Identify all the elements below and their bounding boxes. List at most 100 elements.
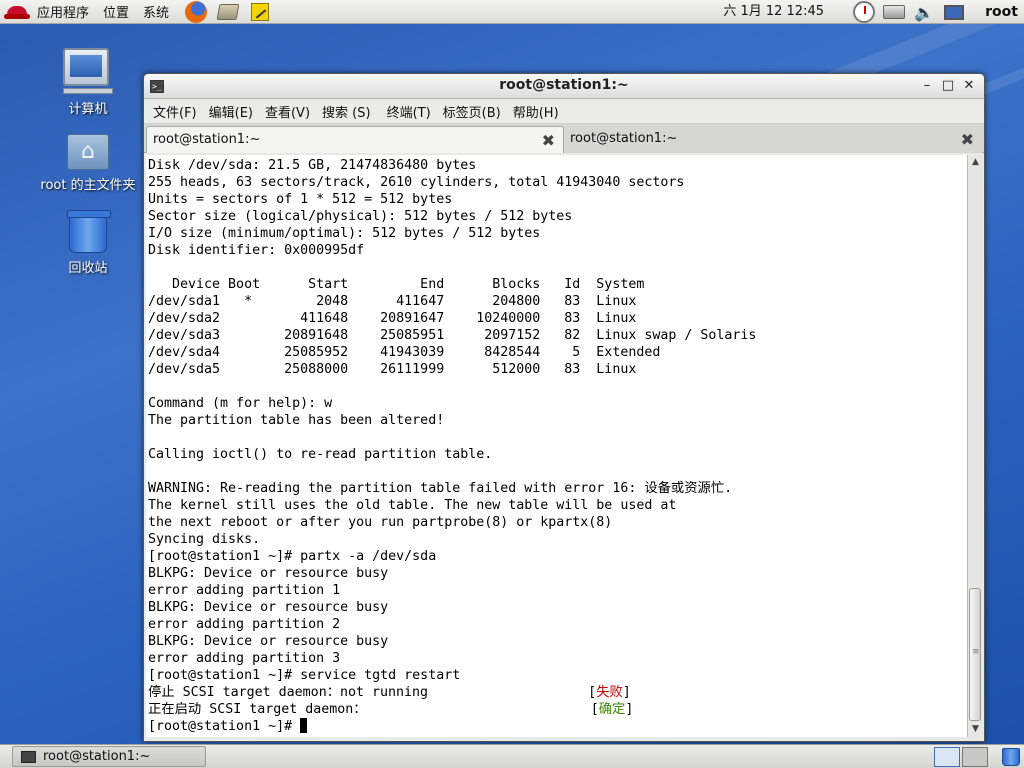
- window-titlebar[interactable]: >_ root@station1:~ – □ ✕: [144, 74, 984, 99]
- system-tray: 🔈: [852, 1, 966, 23]
- terminal-line: Device Boot Start End Blocks Id System: [148, 277, 645, 292]
- terminal-line: Sector size (logical/physical): 512 byte…: [148, 209, 573, 224]
- terminal-line: /dev/sda2 411648 20891647 10240000 83 Li…: [148, 311, 637, 326]
- terminal-prompt[interactable]: [root@station1 ~]#: [148, 718, 968, 735]
- menu-terminal[interactable]: 终端(T): [381, 102, 437, 121]
- terminal-line: /dev/sda1 * 2048 411647 204800 83 Linux: [148, 294, 637, 309]
- menu-edit[interactable]: 编辑(E): [203, 102, 259, 121]
- prompt-text: [root@station1 ~]#: [148, 719, 301, 734]
- tab-terminal-2[interactable]: root@station1:~ ✖: [564, 126, 982, 153]
- terminal-line: error adding partition 3: [148, 651, 341, 666]
- terminal-line: /dev/sda3 20891648 25085951 2097152 82 L…: [148, 328, 757, 343]
- desktop-computer[interactable]: 计算机: [38, 48, 138, 117]
- terminal-line: Disk /dev/sda: 21.5 GB, 21474836480 byte…: [148, 158, 477, 173]
- terminal-line: [root@station1 ~]# service tgtd restart: [148, 668, 461, 683]
- menu-search[interactable]: 搜索 (S): [316, 102, 377, 121]
- tab-label: root@station1:~: [570, 131, 678, 146]
- terminal-line: [root@station1 ~]# partx -a /dev/sda: [148, 549, 437, 564]
- desktop-home-folder[interactable]: root 的主文件夹: [38, 134, 138, 193]
- terminal-scrollbar[interactable]: ▲ ≡ ▼: [967, 155, 982, 737]
- menu-view[interactable]: 查看(V): [259, 102, 316, 121]
- trash-icon: [67, 210, 111, 253]
- display-icon[interactable]: [942, 2, 966, 22]
- terminal-line: WARNING: Re-reading the partition table …: [148, 481, 733, 496]
- firefox-launcher[interactable]: [184, 0, 208, 23]
- bottom-panel: root@station1:~: [0, 744, 1024, 768]
- service-message: 停止 SCSI target daemon：not running: [148, 685, 589, 700]
- tab-label: root@station1:~: [153, 132, 261, 147]
- top-panel: 应用程序 位置 系统 六 1月 12 12:45 🔈 root: [0, 0, 1024, 24]
- redhat-logo-icon[interactable]: [4, 2, 30, 22]
- terminal-cursor: [300, 718, 308, 733]
- window-title: root@station1:~: [499, 77, 629, 93]
- scroll-down-icon[interactable]: ▼: [968, 722, 983, 737]
- menu-tabs[interactable]: 标签页(B): [437, 102, 507, 121]
- menubar: 文件(F) 编辑(E) 查看(V) 搜索 (S) 终端(T) 标签页(B) 帮助…: [144, 99, 984, 124]
- desktop-icon-label: 回收站: [68, 261, 108, 276]
- terminal-line: Command (m for help): w: [148, 396, 333, 411]
- terminal-line: 255 heads, 63 sectors/track, 2610 cylind…: [148, 175, 685, 190]
- service-status-badge: 失败: [596, 685, 623, 700]
- taskbar-terminal-button[interactable]: root@station1:~: [12, 746, 206, 767]
- notes-icon: [251, 2, 270, 21]
- desktop-icon-label: root 的主文件夹: [40, 178, 136, 193]
- service-status-line: 正在启动 SCSI target daemon： [确定]: [148, 702, 634, 717]
- menu-applications[interactable]: 应用程序: [30, 2, 96, 21]
- tab-bar: root@station1:~ ✖ root@station1:~ ✖: [144, 124, 984, 153]
- terminal-line: I/O size (minimum/optimal): 512 bytes / …: [148, 226, 541, 241]
- terminal-line: the next reboot or after you run partpro…: [148, 515, 613, 530]
- minimize-button[interactable]: –: [918, 77, 936, 95]
- workspace-1[interactable]: [934, 747, 960, 767]
- volume-icon[interactable]: 🔈: [912, 2, 936, 22]
- menu-system[interactable]: 系统: [136, 2, 176, 21]
- system-tools-launcher[interactable]: [216, 1, 240, 23]
- workspace-2[interactable]: [962, 747, 988, 767]
- taskbar-label: root@station1:~: [43, 749, 151, 764]
- terminal-line: BLKPG: Device or resource busy: [148, 600, 389, 615]
- service-status-badge: 确定: [598, 702, 626, 717]
- terminal-line: Syncing disks.: [148, 532, 261, 547]
- network-icon[interactable]: [882, 2, 906, 22]
- tab-close-icon[interactable]: ✖: [961, 127, 974, 153]
- desktop-icon-label: 计算机: [68, 102, 108, 117]
- terminal-line: Units = sectors of 1 * 512 = 512 bytes: [148, 192, 453, 207]
- tab-close-icon[interactable]: ✖: [542, 128, 555, 154]
- tab-terminal-1[interactable]: root@station1:~ ✖: [146, 126, 564, 153]
- terminal-icon: [21, 751, 36, 763]
- computer-icon: [63, 48, 113, 94]
- panel-clock[interactable]: 六 1月 12 12:45: [723, 0, 824, 24]
- system-tools-icon: [216, 3, 240, 20]
- terminal-line: The kernel still uses the old table. The…: [148, 498, 677, 513]
- terminal-line: /dev/sda4 25085952 41943039 8428544 5 Ex…: [148, 345, 661, 360]
- terminal-line: BLKPG: Device or resource busy: [148, 566, 389, 581]
- clock-applet-icon[interactable]: [852, 1, 876, 23]
- terminal-line: Calling ioctl() to re-read partition tab…: [148, 447, 493, 462]
- terminal-window: >_ root@station1:~ – □ ✕ 文件(F) 编辑(E) 查看(…: [143, 73, 985, 742]
- trash-applet-icon[interactable]: [1002, 748, 1020, 766]
- terminal-output[interactable]: Disk /dev/sda: 21.5 GB, 21474836480 byte…: [146, 155, 968, 737]
- terminal-line: BLKPG: Device or resource busy: [148, 634, 389, 649]
- user-menu[interactable]: root: [985, 0, 1018, 24]
- notes-launcher[interactable]: [248, 1, 272, 23]
- menu-help[interactable]: 帮助(H): [507, 102, 565, 121]
- service-message: 正在启动 SCSI target daemon：: [148, 702, 591, 717]
- scroll-up-icon[interactable]: ▲: [968, 155, 983, 170]
- service-status-line: 停止 SCSI target daemon：not running [失败]: [148, 685, 631, 700]
- home-folder-icon: [67, 134, 109, 170]
- firefox-icon: [185, 0, 208, 23]
- maximize-button[interactable]: □: [939, 77, 957, 95]
- terminal-line: error adding partition 1: [148, 583, 341, 598]
- menu-file[interactable]: 文件(F): [147, 102, 203, 121]
- desktop-trash[interactable]: 回收站: [38, 210, 138, 276]
- terminal-line: /dev/sda5 25088000 26111999 512000 83 Li…: [148, 362, 637, 377]
- menu-places[interactable]: 位置: [96, 2, 136, 21]
- scrollbar-thumb[interactable]: ≡: [969, 588, 981, 721]
- terminal-line: The partition table has been altered!: [148, 413, 445, 428]
- terminal-line: error adding partition 2: [148, 617, 341, 632]
- terminal-line: Disk identifier: 0x000995df: [148, 243, 365, 258]
- close-button[interactable]: ✕: [960, 77, 978, 95]
